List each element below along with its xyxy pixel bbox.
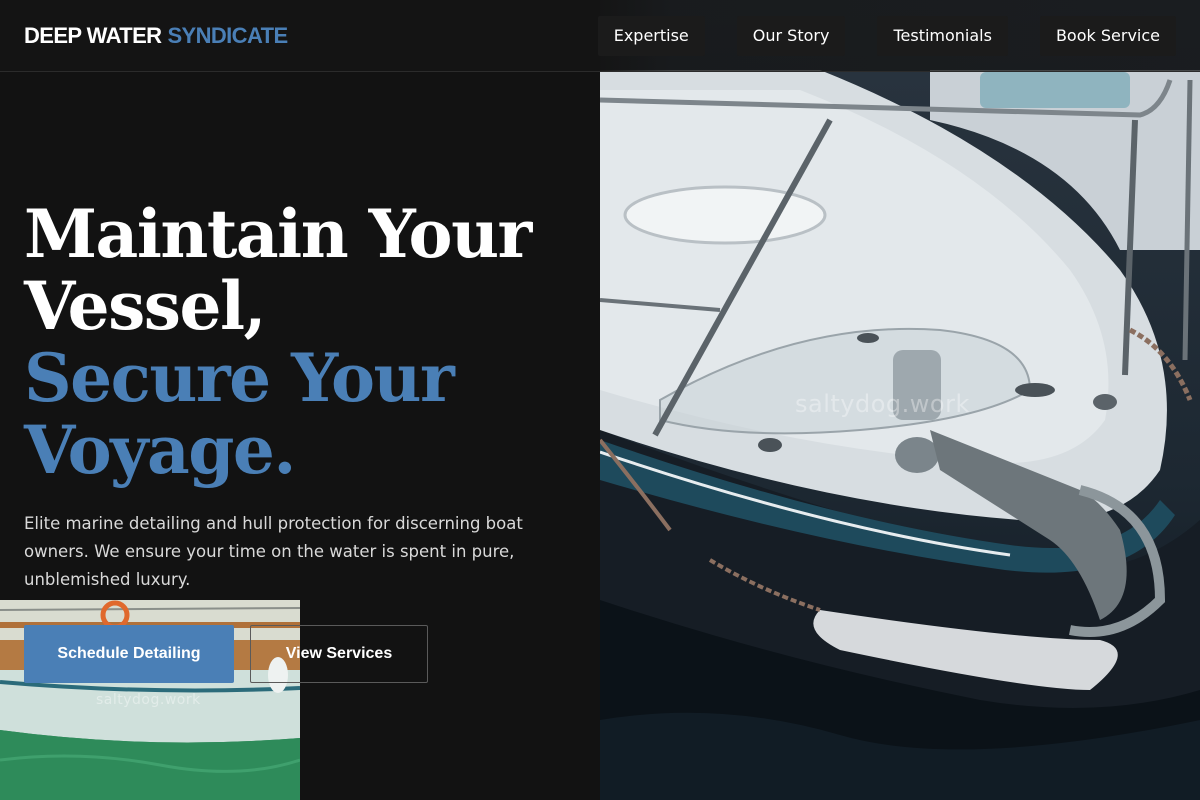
- headline-line-1: Maintain Your: [24, 195, 532, 273]
- brand-logo[interactable]: DEEP WATER SYNDICATE: [24, 23, 288, 49]
- hero-subcopy: Elite marine detailing and hull protecti…: [24, 514, 523, 589]
- site-header: DEEP WATER SYNDICATE Expertise Our Story …: [0, 0, 1200, 72]
- nav-book-service[interactable]: Book Service: [1039, 15, 1176, 56]
- landing-page: saltydog.work DEEP WATER SYNDICATE Expert…: [0, 0, 1200, 800]
- headline-line-4: Voyage.: [24, 411, 296, 489]
- nav-our-story[interactable]: Our Story: [736, 15, 846, 56]
- nav-expertise[interactable]: Expertise: [597, 15, 705, 56]
- schedule-detailing-button[interactable]: Schedule Detailing: [24, 625, 234, 683]
- main-nav: Expertise Our Story Testimonials Book Se…: [597, 15, 1176, 56]
- photo-watermark: saltydog.work: [795, 390, 970, 418]
- brand-name-part1: DEEP WATER: [24, 22, 162, 48]
- nav-testimonials[interactable]: Testimonials: [877, 15, 1008, 56]
- inset-watermark: saltydog.work: [96, 692, 201, 708]
- hero-headline: Maintain Your Vessel, Secure Your Voyage…: [24, 198, 584, 486]
- headline-line-2: Vessel,: [24, 267, 267, 345]
- brand-name-part2: SYNDICATE: [167, 22, 288, 48]
- view-services-button[interactable]: View Services: [250, 625, 428, 683]
- hero-boat-photo: saltydog.work: [600, 0, 1200, 800]
- headline-line-3: Secure Your: [24, 339, 455, 417]
